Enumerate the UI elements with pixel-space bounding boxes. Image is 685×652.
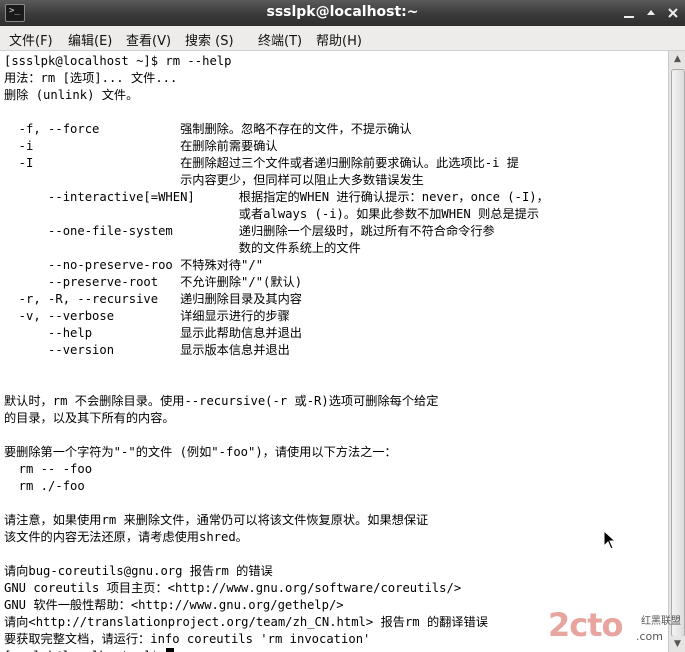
- menu-file[interactable]: 文件(F): [9, 30, 53, 49]
- terminal-line: 数的文件系统上的文件: [4, 241, 361, 255]
- terminal-line: --no-preserve-roo 不特殊对待"/": [4, 258, 264, 272]
- watermark-bottom: .com: [636, 630, 663, 643]
- terminal-line: GNU coreutils 项目主页：<http://www.gnu.org/s…: [4, 581, 462, 595]
- terminal-line: 请向<http://translationproject.org/team/zh…: [4, 615, 488, 629]
- terminal-line: GNU 软件一般性帮助：<http://www.gnu.org/gethelp/…: [4, 598, 344, 612]
- mouse-pointer-icon: [603, 529, 617, 554]
- watermark-top: 红黑联盟: [641, 616, 681, 627]
- menu-help[interactable]: 帮助(H): [316, 30, 362, 49]
- terminal-line: --interactive[=WHEN] 根据指定的WHEN 进行确认提示：ne…: [4, 190, 549, 204]
- menu-terminal[interactable]: 终端(T): [258, 30, 302, 49]
- terminal-line: -r, -R, --recursive 递归删除目录及其内容: [4, 292, 302, 306]
- terminal-line: rm -- -foo: [4, 462, 93, 476]
- prompt-line: [ssslpk@localhost ~]$: [4, 648, 175, 652]
- scroll-up-icon[interactable]: ▲: [669, 51, 685, 67]
- terminal-line: 的目录，以及其下所有的内容。: [4, 411, 175, 425]
- scrollbar-thumb[interactable]: [671, 69, 685, 637]
- terminal-line: -I 在删除超过三个文件或者递归删除前要求确认。此选项比-i 提: [4, 156, 519, 170]
- terminal-line: 默认时，rm 不会删除目录。使用--recursive(-r 或-R)选项可删除…: [4, 394, 439, 408]
- terminal-line: 请向bug-coreutils@gnu.org 报告rm 的错误: [4, 564, 273, 578]
- terminal-line: 要获取完整文档，请运行：info coreutils 'rm invocatio…: [4, 632, 371, 646]
- terminal-line: 删除 (unlink) 文件。: [4, 88, 139, 102]
- terminal-line: --one-file-system 递归删除一个层级时，跳过所有不符合命令行参: [4, 224, 495, 238]
- terminal-line: 请注意，如果使用rm 来删除文件，通常仍可以将该文件恢复原状。如果想保证: [4, 513, 429, 527]
- terminal-line: --help 显示此帮助信息并退出: [4, 326, 302, 340]
- terminal-line: 要删除第一个字符为"-"的文件 (例如"-foo")，请使用以下方法之一：: [4, 445, 397, 459]
- menu-edit[interactable]: 编辑(E): [68, 30, 112, 49]
- vertical-scrollbar[interactable]: ▲ ▼: [668, 51, 685, 652]
- title-bar[interactable]: >_ ssslpk@localhost:~: [0, 0, 685, 26]
- maximize-icon[interactable]: [643, 5, 659, 21]
- terminal-line: 示内容更少，但同样可以阻止大多数错误发生: [4, 173, 424, 187]
- watermark-logo: 2cto 红黑联盟 .com: [548, 604, 682, 648]
- terminal-line: rm ./-foo: [4, 479, 85, 493]
- terminal-window: >_ ssslpk@localhost:~ 文件(F) 编辑(E) 查看(V) …: [0, 0, 685, 652]
- menu-search[interactable]: 搜索 (S): [185, 30, 234, 49]
- menu-bar: 文件(F) 编辑(E) 查看(V) 搜索 (S) 终端(T) 帮助(H): [0, 26, 685, 51]
- terminal-line: -i 在删除前需要确认: [4, 139, 278, 153]
- minimize-icon[interactable]: [621, 5, 637, 21]
- terminal-line: 用法：rm [选项]... 文件...: [4, 71, 178, 85]
- menu-view[interactable]: 查看(V): [126, 30, 171, 49]
- terminal-output[interactable]: [ssslpk@localhost ~]$ rm --help 用法：rm [选项…: [1, 51, 668, 652]
- terminal-line: -f, --force 强制删除。忽略不存在的文件，不提示确认: [4, 122, 412, 136]
- window-title: ssslpk@localhost:~: [266, 4, 419, 20]
- terminal-line: 该文件的内容无法还原，请考虑使用shred。: [4, 530, 248, 544]
- terminal-line: 或者always (-i)。如果此参数不加WHEN 则总是提示: [4, 207, 540, 221]
- terminal-line: -v, --verbose 详细显示进行的步骤: [4, 309, 290, 323]
- close-icon[interactable]: [665, 5, 681, 21]
- text-cursor: [166, 648, 175, 652]
- watermark-main: 2cto: [548, 606, 624, 644]
- terminal-line: [ssslpk@localhost ~]$ rm --help: [4, 54, 232, 68]
- terminal-line: --preserve-root 不允许删除"/"(默认): [4, 275, 303, 289]
- terminal-line: --version 显示版本信息并退出: [4, 343, 290, 357]
